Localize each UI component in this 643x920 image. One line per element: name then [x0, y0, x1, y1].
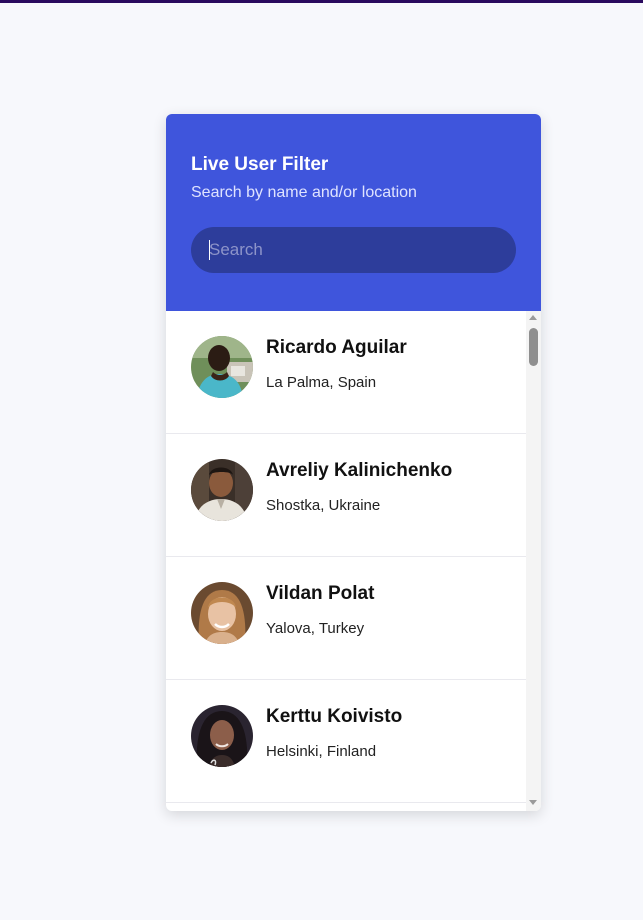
list-item[interactable]: Vildan Polat Yalova, Turkey [166, 557, 526, 680]
scroll-up-arrow-icon[interactable] [529, 315, 537, 320]
scroll-down-arrow-icon[interactable] [529, 800, 537, 805]
text-caret [209, 240, 210, 260]
user-name: Avreliy Kalinichenko [266, 460, 453, 481]
list-scrollbar[interactable] [526, 311, 541, 811]
user-location: Shostka, Ukraine [266, 497, 381, 514]
top-accent-strip [0, 0, 643, 3]
user-location: Yalova, Turkey [266, 620, 365, 637]
user-photo-icon [191, 336, 253, 398]
scroll-thumb[interactable] [529, 328, 538, 366]
user-photo-icon [191, 705, 253, 767]
user-photo-icon [191, 582, 253, 644]
user-name: Vildan Polat [266, 583, 375, 604]
list-item[interactable]: Ricardo Aguilar La Palma, Spain [166, 311, 526, 434]
user-photo-icon [191, 459, 253, 521]
search-input[interactable] [191, 227, 516, 273]
user-name: Kerttu Koivisto [266, 706, 403, 727]
user-location: Helsinki, Finland [266, 743, 377, 760]
search-box[interactable] [191, 227, 516, 273]
app-title: Live User Filter [191, 154, 329, 175]
avatar [191, 459, 253, 521]
user-location: La Palma, Spain [266, 374, 377, 391]
avatar [191, 582, 253, 644]
user-filter-card: Live User Filter Search by name and/or l… [166, 114, 541, 811]
app-subtitle: Search by name and/or location [191, 184, 417, 201]
user-name: Ricardo Aguilar [266, 337, 407, 358]
list-item[interactable]: Avreliy Kalinichenko Shostka, Ukraine [166, 434, 526, 557]
list-item[interactable]: Kerttu Koivisto Helsinki, Finland [166, 680, 526, 803]
card-header: Live User Filter Search by name and/or l… [166, 114, 541, 311]
user-list[interactable]: Ricardo Aguilar La Palma, Spain Avreliy … [166, 311, 526, 811]
avatar [191, 336, 253, 398]
avatar [191, 705, 253, 767]
